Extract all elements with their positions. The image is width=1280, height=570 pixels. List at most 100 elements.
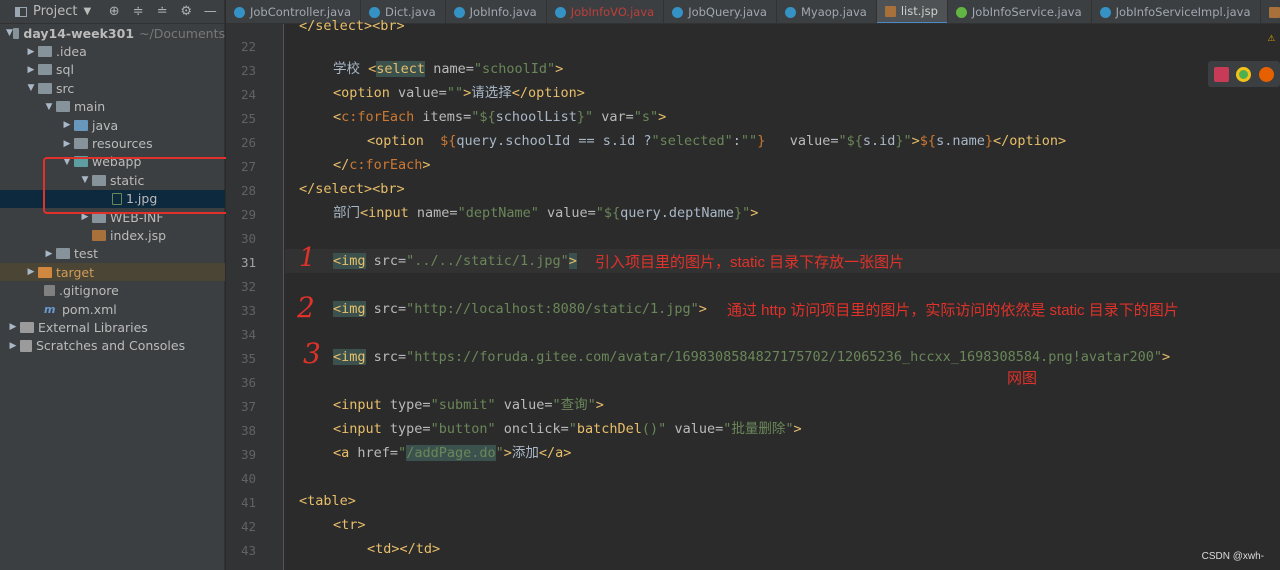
line-number: 23 — [240, 63, 256, 78]
chevron-right-icon[interactable]: ▶ — [42, 249, 56, 259]
code-line-41: <table> — [299, 493, 356, 509]
collapse-all-icon[interactable]: ≐ — [155, 4, 169, 19]
tab-label: JobInfoServiceImpl.java — [1115, 5, 1251, 19]
project-panel-header[interactable]: Project ▼ ⊕ ≑ ≐ ⚙ — — [0, 0, 224, 24]
warning-icon[interactable]: ⚠ — [1268, 30, 1275, 44]
code-line-26: <option ${query.schoolId == s.id ?"selec… — [367, 133, 1067, 149]
chevron-down-icon[interactable]: ▼ — [24, 83, 38, 93]
annotation-note-3: 网图 — [1007, 370, 1038, 387]
code-line-39: <a href="/addPage.do">添加</a> — [333, 445, 572, 461]
tree-item-index-jsp[interactable]: index.jsp — [0, 226, 225, 244]
tree-item-gitignore[interactable]: .gitignore — [0, 281, 225, 299]
locate-icon[interactable]: ⊕ — [107, 4, 121, 19]
java-class-icon — [1099, 6, 1111, 18]
library-icon — [20, 321, 34, 333]
line-number: 26 — [240, 135, 256, 150]
code-line-43: <td></td> — [367, 541, 441, 557]
tree-item-sql[interactable]: ▶ sql — [0, 61, 225, 79]
chevron-right-icon[interactable]: ▶ — [6, 322, 20, 332]
annotation-note-1: 引入项目里的图片，static 目录下存放一张图片 — [595, 254, 905, 271]
java-class-icon — [453, 6, 465, 18]
tree-item-label: sql — [56, 62, 74, 78]
tree-item-label: External Libraries — [38, 319, 148, 335]
chevron-right-icon[interactable]: ▶ — [24, 47, 38, 57]
chevron-right-icon[interactable]: ▶ — [60, 139, 74, 149]
line-number-gutter[interactable]: 22 23 24 25 26 27 28 29 30 31 32 33 34 3… — [226, 24, 297, 570]
annotation-note-2: 通过 http 访问项目里的图片，实际访问的依然是 static 目录下的图片 — [727, 302, 1179, 319]
tree-item-external-libraries[interactable]: ▶ External Libraries — [0, 318, 225, 336]
tree-item-label: resources — [92, 136, 153, 152]
gear-icon[interactable]: ⚙ — [179, 4, 193, 19]
project-panel-title[interactable]: Project — [33, 4, 77, 19]
tree-item-target[interactable]: ▶ target — [0, 263, 225, 282]
tab-jobinfo-java[interactable]: JobInfo.java — [446, 0, 547, 23]
tree-item-resources[interactable]: ▶ resources — [0, 134, 225, 152]
line-number: 38 — [240, 423, 256, 438]
code-line-33: <img src="http://localhost:8080/static/1… — [333, 301, 707, 317]
tab-jobquery-java[interactable]: JobQuery.java — [664, 0, 777, 23]
tree-item-test[interactable]: ▶ test — [0, 245, 225, 263]
code-line-24: <option value="">请选择</option> — [333, 85, 585, 101]
tree-item-label: day14-week301 — [23, 25, 135, 41]
minimize-icon[interactable]: — — [203, 4, 217, 19]
expand-all-icon[interactable]: ≑ — [131, 4, 145, 19]
code-line-35: <img src="https://foruda.gitee.com/avata… — [333, 349, 1171, 365]
line-number-current: 31 — [240, 255, 256, 270]
tree-item-label: .idea — [56, 44, 87, 60]
tab-label: list.jsp — [900, 4, 938, 18]
tree-item-day14-week301[interactable]: ▼ day14-week301 ~/Documents — [0, 24, 225, 42]
code-editor[interactable]: </select><br> 学校 <select name="schoolId"… — [285, 18, 1280, 570]
scratches-icon — [20, 339, 32, 352]
java-class-icon — [554, 6, 566, 18]
chrome-icon[interactable] — [1236, 66, 1252, 82]
tab-jobinfoservice-java[interactable]: JobInfoService.java — [948, 0, 1092, 23]
annotation-mark-1: 1 — [299, 243, 316, 273]
tab-ap[interactable]: ap — [1261, 0, 1280, 23]
folder-icon — [38, 46, 52, 58]
tree-item-label: main — [74, 99, 106, 115]
firefox-icon[interactable] — [1259, 66, 1275, 82]
line-number: 40 — [240, 471, 256, 486]
tab-jobinfovo-java[interactable]: JobInfoVO.java — [547, 0, 665, 23]
code-line-22: </select><br> — [299, 18, 405, 34]
line-number: 30 — [240, 231, 256, 246]
tree-item-label: index.jsp — [110, 227, 167, 243]
chevron-right-icon[interactable]: ▶ — [24, 65, 38, 75]
line-number: 42 — [240, 519, 256, 534]
java-class-icon — [234, 6, 245, 18]
tree-item-idea[interactable]: ▶ .idea — [0, 42, 225, 60]
tab-jobinfoserviceimpl-java[interactable]: JobInfoServiceImpl.java — [1092, 0, 1261, 23]
chevron-down-icon[interactable]: ▼ — [6, 28, 13, 38]
tree-item-main[interactable]: ▼ main — [0, 98, 225, 116]
chevron-down-icon[interactable]: ▼ — [83, 6, 91, 17]
tree-item-src[interactable]: ▼ src — [0, 79, 225, 97]
gitignore-file-icon — [44, 285, 55, 297]
tab-label: Myaop.java — [800, 5, 867, 19]
line-number: 39 — [240, 447, 256, 462]
tree-item-scratches[interactable]: ▶ Scratches and Consoles — [0, 337, 225, 355]
source-folder-icon — [74, 119, 88, 131]
chevron-right-icon[interactable]: ▶ — [60, 120, 74, 130]
tab-list-jsp[interactable]: list.jsp — [876, 0, 948, 23]
tab-label: JobInfo.java — [469, 5, 537, 19]
tree-item-label: test — [74, 246, 99, 262]
tree-item-label: java — [92, 117, 119, 133]
folder-icon — [38, 64, 52, 76]
chevron-right-icon[interactable]: ▶ — [24, 267, 38, 277]
line-number: 29 — [240, 207, 256, 222]
tree-item-label: Scratches and Consoles — [36, 338, 186, 354]
tree-item-java[interactable]: ▶ java — [0, 116, 225, 134]
line-number: 32 — [240, 279, 256, 294]
tree-item-label: .gitignore — [59, 283, 119, 299]
chevron-down-icon[interactable]: ▼ — [42, 102, 56, 112]
jsp-file-icon — [884, 5, 896, 17]
chevron-right-icon[interactable]: ▶ — [6, 341, 20, 351]
line-number: 25 — [240, 111, 256, 126]
java-class-icon — [672, 6, 684, 18]
code-line-42: <tr> — [333, 517, 366, 533]
intellij-browser-icon[interactable] — [1213, 66, 1229, 82]
annotation-mark-2: 2 — [297, 291, 315, 324]
code-line-31: <img src="../../static/1.jpg"> — [333, 253, 577, 269]
tab-myaop-java[interactable]: Myaop.java — [777, 0, 877, 23]
tree-item-pom-xml[interactable]: m pom.xml — [0, 300, 225, 318]
